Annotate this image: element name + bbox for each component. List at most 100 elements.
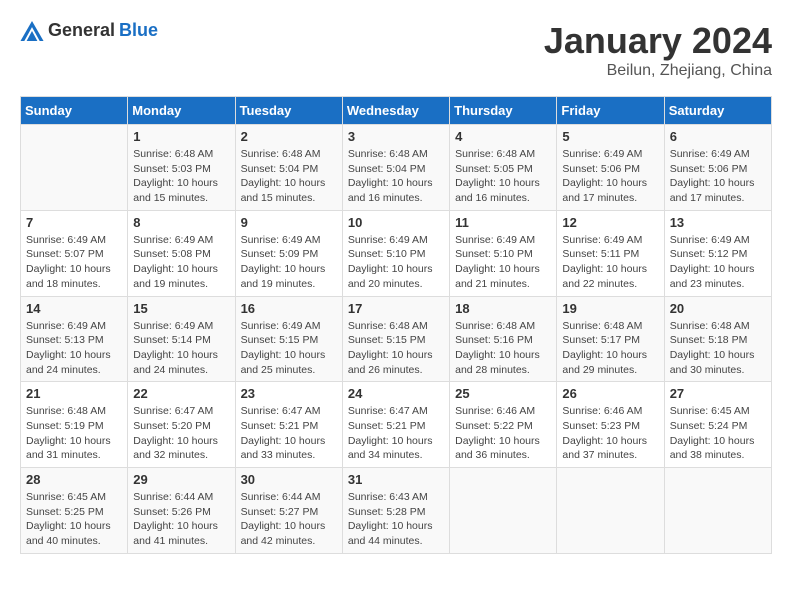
sunrise-text: Sunrise: 6:49 AM: [348, 233, 444, 248]
daylight-text: Daylight: 10 hours and 30 minutes.: [670, 348, 766, 377]
day-number: 24: [348, 386, 444, 401]
calendar-week-2: 7Sunrise: 6:49 AMSunset: 5:07 PMDaylight…: [21, 210, 772, 296]
logo-general: General: [48, 20, 115, 41]
calendar-cell: 9Sunrise: 6:49 AMSunset: 5:09 PMDaylight…: [235, 210, 342, 296]
day-info: Sunrise: 6:48 AMSunset: 5:04 PMDaylight:…: [348, 147, 444, 206]
day-number: 14: [26, 301, 122, 316]
day-info: Sunrise: 6:49 AMSunset: 5:07 PMDaylight:…: [26, 233, 122, 292]
sunrise-text: Sunrise: 6:49 AM: [133, 319, 229, 334]
sunrise-text: Sunrise: 6:44 AM: [133, 490, 229, 505]
sunrise-text: Sunrise: 6:49 AM: [562, 147, 658, 162]
sunset-text: Sunset: 5:25 PM: [26, 505, 122, 520]
day-number: 18: [455, 301, 551, 316]
daylight-text: Daylight: 10 hours and 24 minutes.: [26, 348, 122, 377]
sunrise-text: Sunrise: 6:43 AM: [348, 490, 444, 505]
daylight-text: Daylight: 10 hours and 15 minutes.: [241, 176, 337, 205]
calendar-cell: 16Sunrise: 6:49 AMSunset: 5:15 PMDayligh…: [235, 296, 342, 382]
sunset-text: Sunset: 5:13 PM: [26, 333, 122, 348]
day-number: 4: [455, 129, 551, 144]
title-area: January 2024 Beilun, Zhejiang, China: [544, 20, 772, 80]
calendar-week-5: 28 Sunrise: 6:45 AMSunset: 5:25 PMDayligh…: [21, 468, 772, 554]
calendar-cell: 3Sunrise: 6:48 AMSunset: 5:04 PMDaylight…: [342, 125, 449, 211]
sunset-text: Sunset: 5:06 PM: [562, 162, 658, 177]
calendar-cell: 23Sunrise: 6:47 AMSunset: 5:21 PMDayligh…: [235, 382, 342, 468]
daylight-text: Daylight: 10 hours and 17 minutes.: [562, 176, 658, 205]
sunrise-text: Sunrise: 6:49 AM: [455, 233, 551, 248]
day-info: Sunrise: 6:45 AMSunset: 5:25 PMDaylight:…: [26, 490, 122, 549]
weekday-header-row: Sunday Monday Tuesday Wednesday Thursday…: [21, 97, 772, 125]
day-number: 21: [26, 386, 122, 401]
sunset-text: Sunset: 5:27 PM: [241, 505, 337, 520]
daylight-text: Daylight: 10 hours and 44 minutes.: [348, 519, 444, 548]
calendar-week-4: 21 Sunrise: 6:48 AMSunset: 5:19 PMDayligh…: [21, 382, 772, 468]
calendar-cell: 21 Sunrise: 6:48 AMSunset: 5:19 PMDayligh…: [21, 382, 128, 468]
sunset-text: Sunset: 5:04 PM: [348, 162, 444, 177]
day-number: 16: [241, 301, 337, 316]
calendar-cell: 5Sunrise: 6:49 AMSunset: 5:06 PMDaylight…: [557, 125, 664, 211]
sunrise-text: Sunrise: 6:48 AM: [26, 404, 122, 419]
calendar-cell: 19Sunrise: 6:48 AMSunset: 5:17 PMDayligh…: [557, 296, 664, 382]
calendar-cell: [664, 468, 771, 554]
header: GeneralBlue January 2024 Beilun, Zhejian…: [20, 20, 772, 80]
day-number: 25: [455, 386, 551, 401]
day-number: 10: [348, 215, 444, 230]
day-number: 28: [26, 472, 122, 487]
calendar-cell: 12Sunrise: 6:49 AMSunset: 5:11 PMDayligh…: [557, 210, 664, 296]
day-number: 6: [670, 129, 766, 144]
day-number: 8: [133, 215, 229, 230]
location-title: Beilun, Zhejiang, China: [544, 62, 772, 80]
day-number: 27: [670, 386, 766, 401]
daylight-text: Daylight: 10 hours and 24 minutes.: [133, 348, 229, 377]
header-monday: Monday: [128, 97, 235, 125]
calendar-cell: 2Sunrise: 6:48 AMSunset: 5:04 PMDaylight…: [235, 125, 342, 211]
day-info: Sunrise: 6:49 AMSunset: 5:08 PMDaylight:…: [133, 233, 229, 292]
calendar-cell: 11Sunrise: 6:49 AMSunset: 5:10 PMDayligh…: [450, 210, 557, 296]
sunset-text: Sunset: 5:22 PM: [455, 419, 551, 434]
calendar-cell: 1Sunrise: 6:48 AMSunset: 5:03 PMDaylight…: [128, 125, 235, 211]
calendar-cell: 18 Sunrise: 6:48 AMSunset: 5:16 PMDayligh…: [450, 296, 557, 382]
day-number: 29: [133, 472, 229, 487]
daylight-text: Daylight: 10 hours and 37 minutes.: [562, 434, 658, 463]
day-info: Sunrise: 6:48 AMSunset: 5:16 PMDaylight:…: [455, 319, 551, 378]
header-wednesday: Wednesday: [342, 97, 449, 125]
daylight-text: Daylight: 10 hours and 22 minutes.: [562, 262, 658, 291]
sunset-text: Sunset: 5:26 PM: [133, 505, 229, 520]
calendar-cell: 20Sunrise: 6:48 AMSunset: 5:18 PMDayligh…: [664, 296, 771, 382]
calendar-cell: 28 Sunrise: 6:45 AMSunset: 5:25 PMDayligh…: [21, 468, 128, 554]
logo-blue: Blue: [119, 20, 158, 41]
sunset-text: Sunset: 5:04 PM: [241, 162, 337, 177]
sunset-text: Sunset: 5:14 PM: [133, 333, 229, 348]
daylight-text: Daylight: 10 hours and 21 minutes.: [455, 262, 551, 291]
sunrise-text: Sunrise: 6:47 AM: [133, 404, 229, 419]
calendar-cell: [21, 125, 128, 211]
sunset-text: Sunset: 5:05 PM: [455, 162, 551, 177]
daylight-text: Daylight: 10 hours and 40 minutes.: [26, 519, 122, 548]
calendar-week-3: 14Sunrise: 6:49 AMSunset: 5:13 PMDayligh…: [21, 296, 772, 382]
day-number: 15: [133, 301, 229, 316]
calendar-cell: [557, 468, 664, 554]
day-number: 23: [241, 386, 337, 401]
daylight-text: Daylight: 10 hours and 36 minutes.: [455, 434, 551, 463]
day-info: Sunrise: 6:44 AMSunset: 5:26 PMDaylight:…: [133, 490, 229, 549]
day-number: 7: [26, 215, 122, 230]
day-info: Sunrise: 6:49 AMSunset: 5:10 PMDaylight:…: [348, 233, 444, 292]
day-info: Sunrise: 6:48 AMSunset: 5:19 PMDaylight:…: [26, 404, 122, 463]
daylight-text: Daylight: 10 hours and 17 minutes.: [670, 176, 766, 205]
day-info: Sunrise: 6:47 AMSunset: 5:21 PMDaylight:…: [348, 404, 444, 463]
calendar-cell: 17Sunrise: 6:48 AMSunset: 5:15 PMDayligh…: [342, 296, 449, 382]
sunset-text: Sunset: 5:07 PM: [26, 247, 122, 262]
calendar-cell: 7 Sunrise: 6:49 AMSunset: 5:07 PMDaylight…: [21, 210, 128, 296]
sunset-text: Sunset: 5:15 PM: [348, 333, 444, 348]
daylight-text: Daylight: 10 hours and 41 minutes.: [133, 519, 229, 548]
day-info: Sunrise: 6:49 AMSunset: 5:11 PMDaylight:…: [562, 233, 658, 292]
daylight-text: Daylight: 10 hours and 29 minutes.: [562, 348, 658, 377]
day-number: 20: [670, 301, 766, 316]
calendar-cell: 22Sunrise: 6:47 AMSunset: 5:20 PMDayligh…: [128, 382, 235, 468]
calendar-cell: 31Sunrise: 6:43 AMSunset: 5:28 PMDayligh…: [342, 468, 449, 554]
sunset-text: Sunset: 5:18 PM: [670, 333, 766, 348]
sunrise-text: Sunrise: 6:49 AM: [670, 233, 766, 248]
sunrise-text: Sunrise: 6:49 AM: [26, 233, 122, 248]
calendar-cell: 26Sunrise: 6:46 AMSunset: 5:23 PMDayligh…: [557, 382, 664, 468]
sunset-text: Sunset: 5:09 PM: [241, 247, 337, 262]
sunrise-text: Sunrise: 6:49 AM: [26, 319, 122, 334]
